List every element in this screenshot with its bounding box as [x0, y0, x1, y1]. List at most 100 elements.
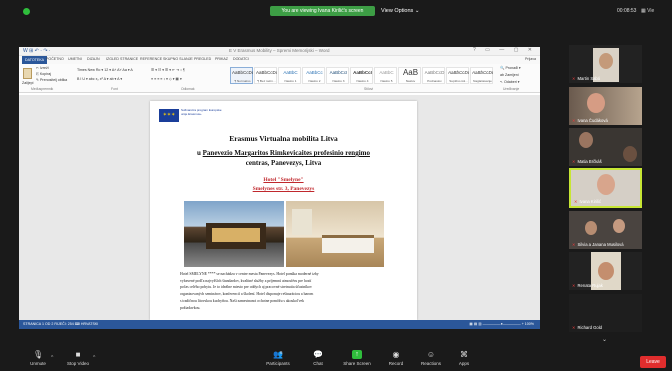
muted-mic-icon: ✕ — [572, 325, 576, 330]
hotel-room-photo — [286, 201, 384, 267]
audio-options-caret-icon[interactable]: ^ — [51, 355, 53, 361]
select-button[interactable]: ↖ Odaberi ▾ — [500, 80, 520, 84]
word-status-bar: STRANICA 1 OD 2 RIJEČI: 254 ⌨ HRVATSKI ▦… — [19, 320, 540, 329]
zoom-meeting-window: You are viewing Ivana Kirilić's screen V… — [0, 0, 672, 371]
screen-share-banner: You are viewing Ivana Kirilić's screen — [270, 6, 375, 16]
muted-mic-icon: ✕ — [572, 159, 576, 164]
tab-skupno-slanje[interactable]: SKUPNO SLANJE — [163, 57, 193, 61]
muted-mic-icon: ✕ — [572, 283, 576, 288]
paste-label[interactable]: Zalijepi — [22, 81, 33, 85]
apps-button[interactable]: ⌘ Apps — [444, 350, 484, 366]
hotel-description: Hotel SMELYNE **** se nachádza v centre … — [180, 272, 319, 310]
paste-icon[interactable] — [23, 68, 32, 79]
participant-face — [579, 132, 593, 148]
meeting-timer: 00:08:53 — [617, 8, 637, 14]
participant-name: Ivana Čudáková — [577, 118, 608, 123]
participant-tile[interactable]: ✕ Ivana Čudáková — [569, 87, 642, 125]
shared-screen[interactable]: W ⊞ ↶ · ↷ · E V Erasmus Mobility – Sprem… — [19, 47, 540, 329]
group-label-clipboard: Međuspremnik — [31, 87, 54, 91]
record-button[interactable]: ◉ Record — [376, 350, 416, 366]
active-speaker-tile[interactable]: ✕ Ivana Kirilić — [569, 168, 642, 208]
tab-pocetno[interactable]: POČETNO — [46, 57, 64, 61]
paragraph-controls-row2[interactable]: ≡ ≡ ≡ ≡ ↕ ▾ ◇ ▾ ▦ ▾ — [151, 77, 182, 81]
copy-button[interactable]: ⎘ Kopiraj — [36, 72, 51, 76]
participant-name: Richard Gold — [577, 325, 602, 330]
document-subtitle-line2: centras, Panevezys, Litva — [245, 159, 322, 167]
security-shield-icon[interactable] — [23, 8, 30, 15]
tab-umetni[interactable]: UMETNI — [68, 57, 82, 61]
participant-tile[interactable]: ✕ Silvia a Janana Musilová — [569, 211, 642, 249]
group-label-paragraph: Odlomak — [181, 87, 195, 91]
format-painter-button[interactable]: ✎ Prenositelj oblika — [36, 78, 67, 82]
sign-in-link[interactable]: Prijava — [525, 57, 536, 61]
paragraph-controls-row1[interactable]: ☰ ▾ ☷ ▾ ☰ ▾ ⇤ ⇥ ↕ ¶ — [151, 68, 185, 72]
font-controls-row2[interactable]: B I U ▾ abc x₂ x² A ▾ ab ▾ A ▾ — [77, 77, 122, 81]
participant-name: Martin Sabó — [577, 76, 601, 81]
participant-name: Silvia a Janana Musilová — [577, 242, 624, 247]
style-subtle-emphasis[interactable]: AaBbCcDc Suptilno isti... — [446, 67, 469, 84]
font-controls-row1[interactable]: Times New Ro ▾ 12 ▾ A˄ A˅ Aa ▾ A — [77, 68, 133, 72]
participant-tile[interactable]: ✕ Renata Rujak — [569, 252, 642, 290]
quick-access-toolbar[interactable]: W ⊞ ↶ · ↷ · — [23, 48, 51, 54]
muted-mic-icon: ✕ — [572, 242, 576, 247]
chat-button[interactable]: 💬 Chat — [298, 350, 338, 366]
participant-face — [597, 174, 615, 195]
cut-button[interactable]: ✂ Izreži — [36, 66, 49, 70]
view-options-button[interactable]: View Options ⌄ — [381, 6, 419, 16]
find-button[interactable]: 🔍 Pronađi ▾ — [500, 66, 521, 70]
smiley-icon: ☺ — [426, 350, 436, 359]
video-options-caret-icon[interactable]: ^ — [93, 355, 95, 361]
hotel-address: Smelynes str. 3, Panevezys — [252, 186, 315, 192]
tab-dodatci[interactable]: DODATCI — [233, 57, 249, 61]
document-page[interactable]: ✶✶✶ Sufinancira program Europske unije E… — [150, 101, 417, 320]
word-title-bar: W ⊞ ↶ · ↷ · E V Erasmus Mobility – Sprem… — [19, 47, 540, 56]
tab-reference[interactable]: REFERENCE — [140, 57, 162, 61]
video-camera-icon: ■ — [75, 350, 81, 359]
stop-video-button[interactable]: ■ Stop Video — [58, 350, 98, 366]
document-area[interactable]: ✶✶✶ Sufinancira program Europske unije E… — [19, 95, 540, 320]
style-heading-3[interactable]: AaBbCcI Naslov 3 — [326, 67, 349, 84]
share-screen-button[interactable]: ↑ Share Screen — [337, 350, 377, 366]
participant-face — [623, 146, 637, 162]
style-emphasis[interactable]: AaBbCcDc Naglašavanje — [470, 67, 493, 84]
group-label-editing: Uređivanje — [503, 87, 520, 91]
leave-button[interactable]: Leave — [640, 356, 666, 368]
tab-izgled-stranice[interactable]: IZGLED STRANICE — [106, 57, 138, 61]
participant-face — [599, 53, 613, 69]
style-normal[interactable]: AaBbCcDc ¶ Normalno — [230, 67, 253, 84]
participant-tile[interactable]: ✕ Martin Sabó — [569, 45, 642, 83]
tab-datoteka[interactable]: DATOTEKA — [22, 56, 48, 64]
status-info: STRANICA 1 OD 2 RIJEČI: 254 ⌨ HRVATSKI — [23, 322, 99, 326]
muted-mic-icon: ✕ — [572, 76, 576, 81]
group-label-font: Font — [111, 87, 118, 91]
style-title[interactable]: AaB Naslov — [398, 67, 421, 84]
window-controls[interactable]: ? ▭ — ▢ ✕ — [473, 47, 536, 53]
tab-prikaz[interactable]: PRIKAZ — [215, 57, 228, 61]
chevron-down-icon[interactable]: ⌄ — [602, 336, 607, 343]
eu-flag-logo: ✶✶✶ — [159, 109, 179, 122]
participant-face — [598, 262, 614, 280]
style-subtitle[interactable]: AaBbCcD Podnaslov — [422, 67, 445, 84]
view-layout-button[interactable]: ▦ Vie — [641, 6, 654, 16]
participant-face — [587, 93, 605, 113]
participants-count: 6 — [280, 350, 283, 355]
style-no-spacing[interactable]: AaBbCcDc ¶ Bez razm... — [254, 67, 277, 84]
style-heading-4[interactable]: AaBbCcI Naslov 4 — [350, 67, 373, 84]
muted-mic-icon: ✕ — [574, 199, 578, 204]
style-heading-1[interactable]: AaBbC Naslov 1 — [278, 67, 301, 84]
tab-dizajn[interactable]: DIZAJN — [87, 57, 100, 61]
tab-pregled[interactable]: PREGLED — [194, 57, 211, 61]
group-label-styles: Stilovi — [364, 87, 374, 91]
school-name-link: Panevezio Margaritos Rimkevicaites profe… — [202, 149, 370, 157]
style-heading-2[interactable]: AaBbCc Naslov 2 — [302, 67, 325, 84]
replace-button[interactable]: ab Zamijeni — [500, 73, 519, 77]
participant-face — [613, 219, 625, 233]
participants-button[interactable]: 👥 Participants — [258, 350, 298, 366]
participant-name: Ivana Kirilić — [579, 199, 601, 204]
participant-tile[interactable]: ✕ Matia Brčkáš — [569, 128, 642, 166]
top-bar: You are viewing Ivana Kirilić's screen V… — [0, 0, 672, 22]
participant-tile[interactable]: ✕ Richard Gold — [569, 294, 642, 332]
record-icon: ◉ — [392, 350, 400, 359]
view-zoom-controls[interactable]: ▦ ▤ ▥ —————●————— + 100% — [469, 322, 534, 326]
style-heading-5[interactable]: AaBbC Naslov 5 — [374, 67, 397, 84]
